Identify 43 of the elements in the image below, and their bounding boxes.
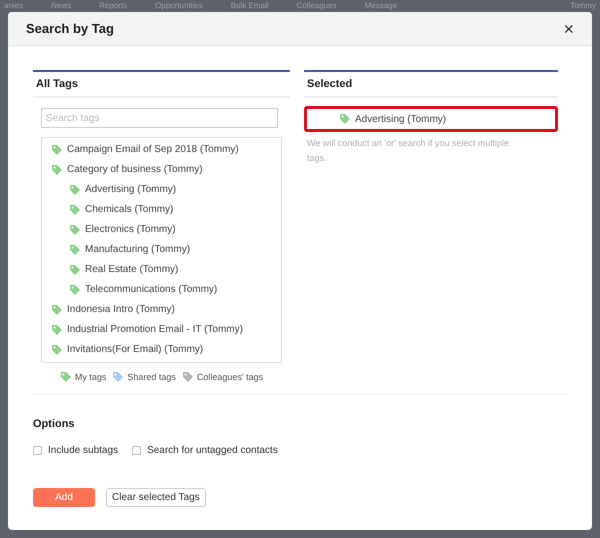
tag-item[interactable]: Category of business (Tommy) bbox=[67, 162, 203, 177]
tag-icon bbox=[51, 324, 63, 336]
checkbox[interactable] bbox=[33, 446, 42, 455]
tag-item[interactable]: Advertising (Tommy) bbox=[85, 182, 176, 197]
section-title: Options bbox=[33, 418, 75, 430]
legend-label: My tags bbox=[74, 370, 106, 384]
tag-item[interactable]: Telecommunications (Tommy) bbox=[85, 282, 218, 297]
tag-item[interactable]: Chemicals (Tommy) bbox=[85, 202, 174, 217]
selected-tag-item[interactable]: Advertising (Tommy) bbox=[304, 106, 558, 132]
panel-title: Selected bbox=[307, 76, 352, 92]
panel-title: All Tags bbox=[36, 76, 78, 92]
tag-item[interactable]: Manufacturing (Tommy) bbox=[85, 242, 190, 257]
tag-label: Advertising (Tommy) bbox=[355, 112, 446, 126]
tag-icon bbox=[69, 264, 81, 276]
checkbox-label: Search for untagged contacts bbox=[147, 444, 278, 458]
tag-icon bbox=[51, 164, 63, 176]
tag-icon bbox=[51, 144, 63, 156]
tag-icon bbox=[51, 344, 63, 356]
legend-label: Shared tags bbox=[127, 370, 176, 384]
dialog-title: Search by Tag bbox=[26, 20, 114, 38]
checkbox[interactable] bbox=[132, 446, 142, 455]
tag-item[interactable]: Industrial Promotion Email - IT (Tommy) bbox=[67, 322, 243, 337]
tag-icon bbox=[69, 244, 81, 256]
tag-icon bbox=[69, 184, 81, 196]
tag-icon bbox=[69, 224, 81, 236]
checkbox-label: Include subtags bbox=[48, 444, 118, 458]
tag-item[interactable]: Real Estate (Tommy) bbox=[85, 262, 178, 277]
tag-icon bbox=[69, 204, 81, 216]
legend-label: Colleagues' tags bbox=[196, 370, 264, 384]
clear-button[interactable]: Clear selected Tags bbox=[106, 488, 206, 507]
tag-item[interactable]: Campaign Email of Sep 2018 (Tommy) bbox=[67, 142, 239, 157]
tag-item[interactable]: Indonesia Intro (Tommy) bbox=[67, 302, 175, 317]
tag-icon bbox=[69, 284, 81, 296]
tag-item[interactable]: Invitations(For Email) (Tommy) bbox=[67, 342, 204, 357]
tag-icon bbox=[51, 304, 63, 316]
tag-icon bbox=[112, 371, 124, 384]
tag-icon bbox=[182, 371, 194, 384]
tag-icon bbox=[60, 371, 72, 384]
search-field[interactable]: Search tags bbox=[41, 108, 278, 128]
tag-item[interactable]: Electronics (Tommy) bbox=[85, 222, 176, 237]
close-button[interactable]: × bbox=[563, 20, 574, 38]
tag-icon bbox=[339, 113, 351, 125]
hint-text: We will conduct an 'or' search if you select multiple tags. bbox=[306, 137, 510, 165]
